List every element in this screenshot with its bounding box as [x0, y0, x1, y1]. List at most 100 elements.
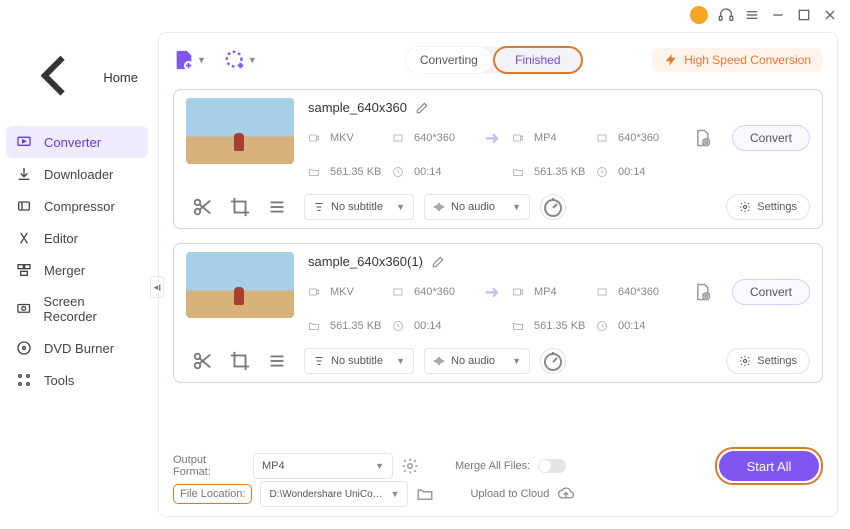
item-settings-button[interactable]: Settings — [726, 348, 810, 374]
output-format-label: Output Format: — [173, 454, 245, 478]
high-speed-conversion-button[interactable]: High Speed Conversion — [652, 48, 823, 72]
compressor-icon — [16, 198, 32, 214]
menu-icon[interactable] — [744, 7, 760, 23]
speed-icon[interactable] — [540, 348, 566, 374]
output-settings-icon[interactable] — [692, 127, 712, 149]
more-icon[interactable] — [264, 196, 290, 218]
convert-button[interactable]: Convert — [732, 125, 810, 151]
audio-icon — [433, 355, 445, 367]
item-settings-button[interactable]: Settings — [726, 194, 810, 220]
minimize-icon[interactable] — [770, 7, 786, 23]
audio-value: No audio — [451, 355, 495, 367]
src-format: MKV — [330, 132, 382, 144]
dst-format: MP4 — [534, 286, 586, 298]
folder-icon — [512, 320, 524, 332]
output-settings-icon[interactable] — [692, 281, 712, 303]
audio-select[interactable]: No audio ▼ — [424, 194, 530, 220]
output-format-value: MP4 — [262, 460, 285, 472]
headset-icon[interactable] — [718, 7, 734, 23]
video-thumbnail[interactable] — [186, 98, 294, 164]
audio-value: No audio — [451, 201, 495, 213]
crop-icon[interactable] — [227, 196, 253, 218]
dst-duration: 00:14 — [618, 166, 676, 178]
hsc-label: High Speed Conversion — [684, 53, 811, 67]
back-home[interactable]: Home — [6, 34, 148, 126]
editor-icon — [16, 230, 32, 246]
subtitle-select[interactable]: No subtitle ▼ — [304, 348, 414, 374]
cloud-upload-icon[interactable] — [557, 485, 575, 503]
add-circle-button[interactable]: ▼ — [224, 49, 257, 71]
sidebar-item-label: Screen Recorder — [43, 294, 138, 324]
sidebar-item-downloader[interactable]: Downloader — [6, 158, 148, 190]
trim-icon[interactable] — [190, 350, 216, 372]
tab-converting[interactable]: Converting — [406, 47, 492, 73]
speed-icon[interactable] — [540, 194, 566, 220]
add-file-button[interactable]: ▼ — [173, 49, 206, 71]
chevron-down-icon: ▼ — [375, 461, 384, 471]
convert-button[interactable]: Convert — [732, 279, 810, 305]
subtitle-select[interactable]: No subtitle ▼ — [304, 194, 414, 220]
maximize-icon[interactable] — [796, 7, 812, 23]
start-all-button[interactable]: Start All — [719, 451, 819, 481]
edit-icon[interactable] — [415, 101, 429, 115]
sidebar-item-editor[interactable]: Editor — [6, 222, 148, 254]
dst-resolution: 640*360 — [618, 286, 676, 298]
close-icon[interactable] — [822, 7, 838, 23]
output-format-select[interactable]: MP4 ▼ — [253, 453, 393, 479]
chevron-down-icon: ▼ — [396, 356, 405, 366]
file-location-select[interactable]: D:\Wondershare UniConverter 1 ▼ — [260, 481, 408, 507]
tools-icon — [16, 372, 32, 388]
trim-icon[interactable] — [190, 196, 216, 218]
clock-icon — [596, 166, 608, 178]
status-tabs: Converting Finished — [405, 46, 583, 74]
video-icon — [308, 286, 320, 298]
sidebar-item-converter[interactable]: Converter — [6, 126, 148, 158]
src-duration: 00:14 — [414, 166, 472, 178]
merge-label: Merge All Files: — [455, 460, 530, 472]
sidebar-item-merger[interactable]: Merger — [6, 254, 148, 286]
disc-icon — [16, 340, 32, 356]
video-thumbnail[interactable] — [186, 252, 294, 318]
sidebar-item-tools[interactable]: Tools — [6, 364, 148, 396]
avatar[interactable] — [690, 6, 708, 24]
resolution-icon — [596, 286, 608, 298]
arrow-right-icon: ➜ — [482, 128, 502, 149]
audio-select[interactable]: No audio ▼ — [424, 348, 530, 374]
dst-size: 561.35 KB — [534, 320, 586, 332]
arrow-right-icon: ➜ — [482, 282, 502, 303]
video-icon — [308, 132, 320, 144]
subtitle-icon — [313, 201, 325, 213]
start-all-highlight: Start All — [715, 447, 823, 485]
sidebar-item-compressor[interactable]: Compressor — [6, 190, 148, 222]
upload-label: Upload to Cloud — [470, 488, 549, 500]
chevron-down-icon: ▼ — [391, 489, 400, 499]
folder-icon — [308, 166, 320, 178]
crop-icon[interactable] — [227, 350, 253, 372]
gear-icon — [739, 355, 751, 367]
sidebar-item-screenrecorder[interactable]: Screen Recorder — [6, 286, 148, 332]
clock-icon — [596, 320, 608, 332]
converter-icon — [16, 134, 32, 150]
sidebar-item-dvdburner[interactable]: DVD Burner — [6, 332, 148, 364]
resolution-icon — [596, 132, 608, 144]
edit-icon[interactable] — [431, 255, 445, 269]
folder-icon — [512, 166, 524, 178]
tab-finished[interactable]: Finished — [493, 46, 583, 74]
clock-icon — [392, 166, 404, 178]
home-label: Home — [103, 70, 138, 85]
record-icon — [16, 301, 31, 317]
file-card: sample_640x360(1) MKV 640*360 ➜ MP4 640*… — [173, 243, 823, 383]
open-folder-icon[interactable] — [416, 485, 434, 503]
sidebar-item-label: Merger — [44, 263, 85, 278]
subtitle-icon — [313, 355, 325, 367]
resolution-icon — [392, 132, 404, 144]
file-name: sample_640x360 — [308, 100, 407, 115]
video-icon — [512, 286, 524, 298]
dst-resolution: 640*360 — [618, 132, 676, 144]
more-icon[interactable] — [264, 350, 290, 372]
merge-toggle[interactable] — [538, 459, 566, 473]
bolt-icon — [664, 53, 678, 67]
chevron-left-icon — [18, 40, 89, 114]
sidebar-item-label: Downloader — [44, 167, 113, 182]
format-settings-icon[interactable] — [401, 457, 419, 475]
